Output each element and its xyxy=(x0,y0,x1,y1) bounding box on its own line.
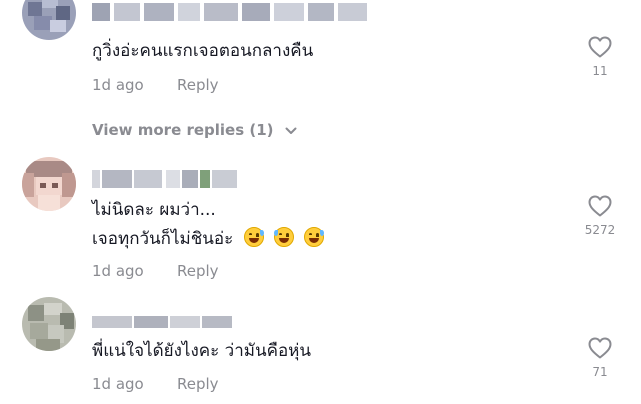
like-button[interactable]: 5272 xyxy=(570,195,630,237)
comment-line: ไม่นิดละ ผมว่า... xyxy=(92,200,216,220)
chevron-down-icon xyxy=(285,127,297,134)
comment-meta: 1d ago Reply xyxy=(92,76,219,94)
avatar[interactable] xyxy=(22,297,76,351)
reply-button[interactable]: Reply xyxy=(177,375,219,393)
comment-line: เจอทุกวันก็ไม่ชินอ่ะ xyxy=(92,229,234,249)
reply-button[interactable]: Reply xyxy=(177,262,219,280)
comment-meta: 1d ago Reply xyxy=(92,375,219,393)
comment-timestamp: 1d ago xyxy=(92,375,144,393)
username[interactable] xyxy=(92,316,232,334)
comment-line: พี่แน่ใจได้ยังไงคะ ว่ามันคือหุ่น xyxy=(92,341,311,361)
like-button[interactable]: 71 xyxy=(570,337,630,379)
comment-text: พี่แน่ใจได้ยังไงคะ ว่ามันคือหุ่น xyxy=(92,341,311,361)
like-count: 71 xyxy=(592,365,608,379)
heart-outline-icon xyxy=(588,36,612,58)
view-more-replies-label: View more replies (1) xyxy=(92,121,274,139)
comment-timestamp: 1d ago xyxy=(92,262,144,280)
comment-timestamp: 1d ago xyxy=(92,76,144,94)
like-count: 5272 xyxy=(584,223,616,237)
reply-button[interactable]: Reply xyxy=(177,76,219,94)
heart-outline-icon xyxy=(588,195,612,217)
comment-line: กูวิ่งอ่ะคนแรกเจอตอนกลางคืน xyxy=(92,41,314,61)
comment-meta: 1d ago Reply xyxy=(92,262,219,280)
comment-text: กูวิ่งอ่ะคนแรกเจอตอนกลางคืน xyxy=(92,41,313,61)
avatar[interactable] xyxy=(22,0,76,40)
face-with-tears-of-joy-icon xyxy=(304,227,325,247)
face-with-tears-of-joy-icon xyxy=(243,227,264,247)
grinning-face-with-sweat-icon xyxy=(274,227,295,247)
heart-outline-icon xyxy=(588,337,612,359)
like-button[interactable]: 11 xyxy=(570,36,630,78)
comment-text: ไม่นิดละ ผมว่า... เจอทุกวันก็ไม่ชินอ่ะ xyxy=(92,200,325,249)
like-count: 11 xyxy=(592,64,608,78)
username[interactable] xyxy=(92,3,367,21)
comment-list: กูวิ่งอ่ะคนแรกเจอตอนกลางคืน 1d ago Reply… xyxy=(0,0,641,404)
avatar[interactable] xyxy=(22,157,76,211)
view-more-replies-button[interactable]: View more replies (1) xyxy=(92,121,297,139)
comment-line-with-emoji: เจอทุกวันก็ไม่ชินอ่ะ xyxy=(92,227,325,249)
username[interactable] xyxy=(92,170,237,188)
